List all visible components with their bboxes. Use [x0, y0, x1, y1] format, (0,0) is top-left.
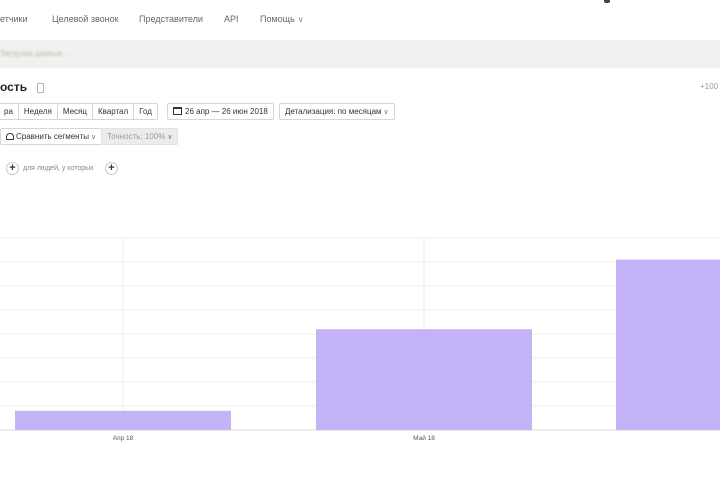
- nav-item-representatives[interactable]: Представители: [139, 14, 203, 24]
- chart-bar[interactable]: [15, 410, 231, 430]
- filter-condition-text: для людей, у которых: [23, 165, 94, 172]
- account-corner-icon: [604, 0, 610, 3]
- add-condition-button[interactable]: +: [105, 162, 118, 175]
- chevron-down-icon: ∨: [383, 109, 389, 116]
- accuracy-dropdown[interactable]: Точность: 100% ∨: [101, 128, 179, 145]
- date-range-label: 26 апр — 26 июн 2018: [185, 107, 268, 116]
- compare-segments-button[interactable]: Сравнить сегменты ∨: [0, 128, 103, 145]
- chart-bar[interactable]: [616, 259, 720, 430]
- x-tick-label: Апр 18: [113, 435, 134, 442]
- bookmark-icon[interactable]: [37, 83, 44, 93]
- nav-item-help[interactable]: Помощь ∨: [260, 14, 304, 24]
- nav-item-target-call[interactable]: Целевой звонок: [52, 14, 119, 24]
- period-button-week[interactable]: Неделя: [18, 104, 58, 119]
- nav-item-help-label: Помощь: [260, 14, 295, 24]
- chevron-down-icon: ∨: [167, 134, 173, 141]
- add-filter-button[interactable]: +: [6, 162, 19, 175]
- nav-item-counters[interactable]: етчики: [0, 14, 28, 24]
- breadcrumb-text: Загрузка данных…: [0, 49, 71, 58]
- date-range-button[interactable]: 26 апр — 26 июн 2018: [167, 103, 274, 120]
- x-tick-label: Май 18: [413, 434, 435, 442]
- page-title: ость: [0, 80, 28, 94]
- detail-label: Детализация: по месяцам: [285, 107, 382, 116]
- nav-item-api[interactable]: API: [224, 14, 239, 24]
- period-button-day[interactable]: ра: [0, 104, 19, 119]
- period-selector: ра Неделя Месяц Квартал Год: [0, 103, 158, 120]
- detail-dropdown[interactable]: Детализация: по месяцам ∨: [279, 103, 395, 120]
- accuracy-label: Точность: 100%: [107, 132, 166, 141]
- period-button-month[interactable]: Месяц: [57, 104, 93, 119]
- period-button-year[interactable]: Год: [134, 104, 157, 119]
- right-edge-note: +100: [700, 82, 719, 91]
- chevron-down-icon: ∨: [297, 15, 304, 24]
- calendar-icon: [173, 107, 182, 115]
- top-navigation: етчики Целевой звонок Представители API …: [0, 0, 720, 38]
- compare-segments-label: Сравнить сегменты: [16, 132, 90, 141]
- breadcrumb: Загрузка данных…: [0, 40, 720, 68]
- bar-chart: Апр 18Май 18Ин: [0, 237, 720, 442]
- period-button-quarter[interactable]: Квартал: [92, 104, 135, 119]
- chevron-down-icon: ∨: [91, 134, 97, 141]
- chart-bar[interactable]: [316, 329, 532, 430]
- segments-icon: [6, 133, 14, 140]
